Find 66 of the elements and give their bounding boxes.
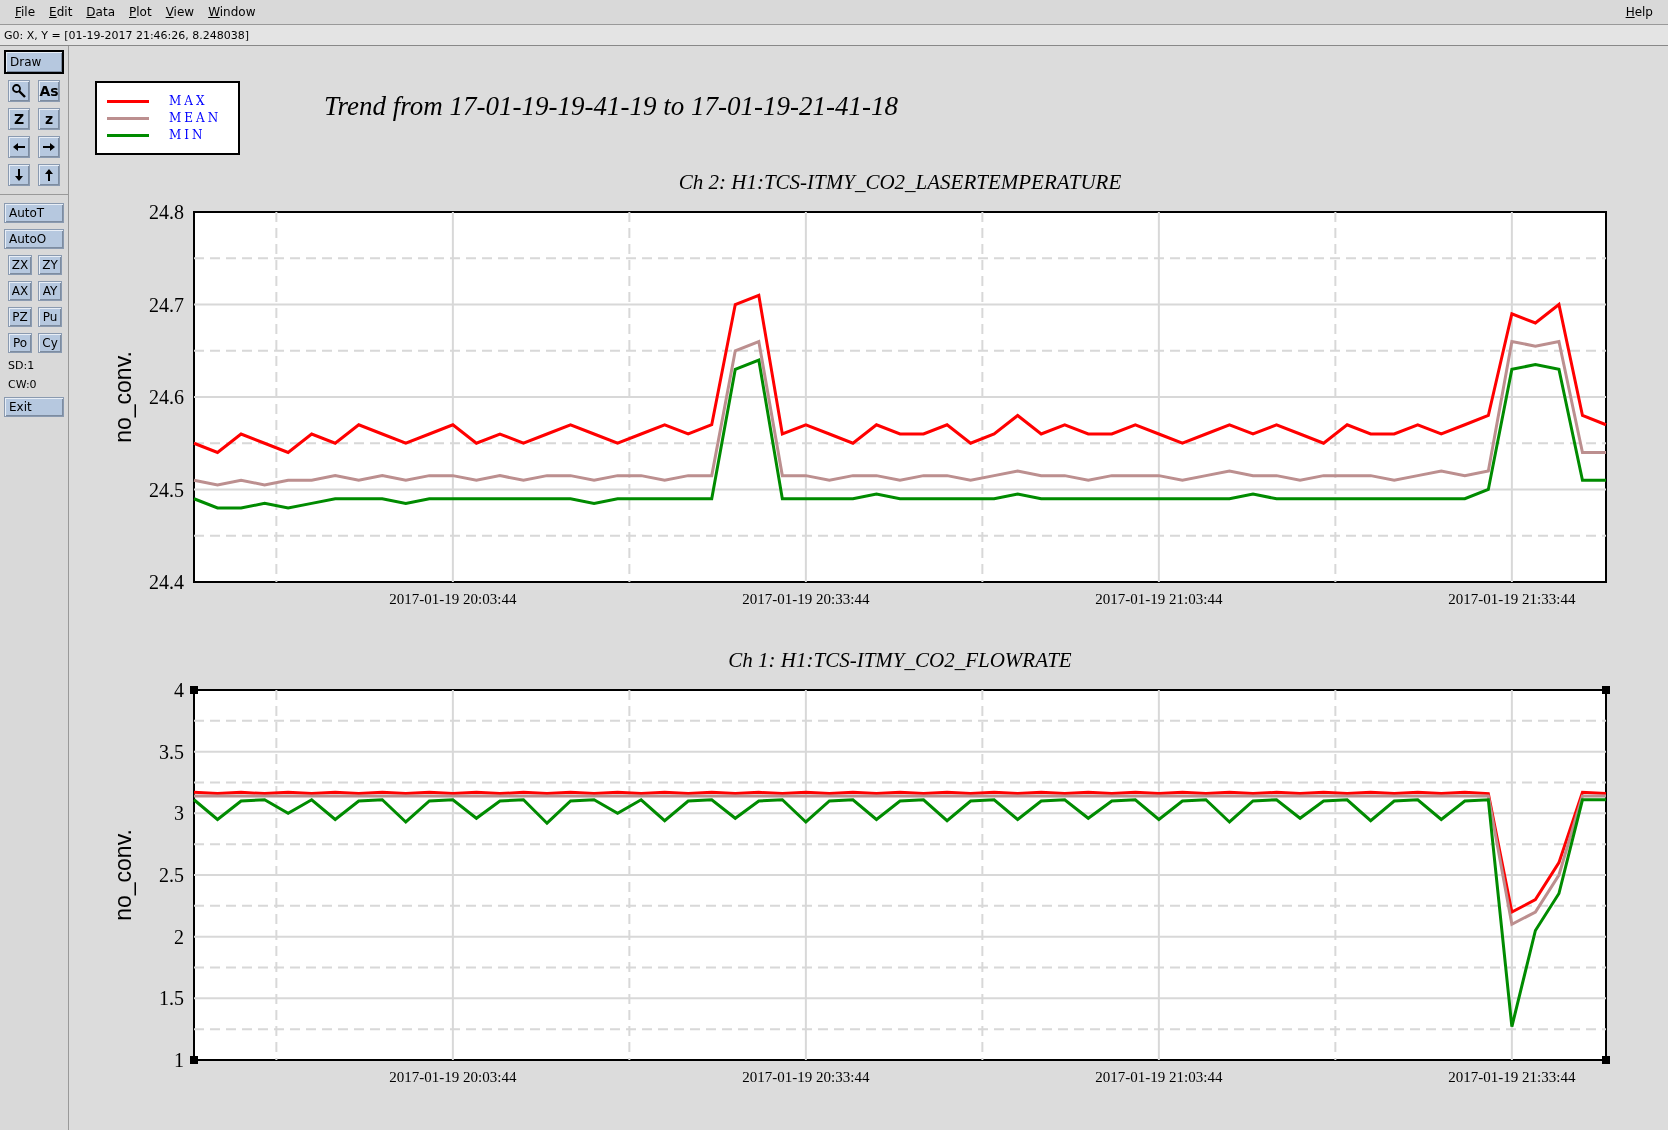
chart-title: Ch 2: H1:TCS-ITMY_CO2_LASERTEMPERATURE xyxy=(678,170,1122,194)
menu-item[interactable]: Data xyxy=(79,3,122,21)
legend-label: MIN xyxy=(169,128,206,142)
tool-button[interactable]: Z xyxy=(8,108,30,130)
menu-item[interactable]: Edit xyxy=(42,3,80,21)
y-tick-label: 24.5 xyxy=(149,478,184,501)
menu-item[interactable]: View xyxy=(158,3,202,21)
coordinate-readout: G0: X, Y = [01-19-2017 21:46:26, 8.248038] xyxy=(4,28,250,42)
legend-label: MEAN xyxy=(169,111,222,125)
scroll-button[interactable] xyxy=(8,136,30,158)
tool-button[interactable]: ZY xyxy=(38,255,62,275)
tool-button[interactable]: Po xyxy=(8,333,32,353)
auto-button[interactable]: AutoO xyxy=(4,229,64,249)
tool-button[interactable]: AY xyxy=(38,281,62,301)
x-tick-label: 2017-01-19 21:33:44 xyxy=(1448,1069,1576,1085)
tool-button[interactable]: Cy xyxy=(38,333,62,353)
y-tick-label: 1.5 xyxy=(159,987,184,1010)
x-tick-label: 2017-01-19 21:03:44 xyxy=(1095,1069,1223,1085)
tool-button[interactable]: PZ xyxy=(8,307,32,327)
legend-line-icon xyxy=(107,99,149,103)
tool-button[interactable]: ZX xyxy=(8,255,32,275)
x-tick-label: 2017-01-19 20:33:44 xyxy=(742,1069,870,1085)
arrow-icon xyxy=(42,168,56,182)
y-tick-label: 2.5 xyxy=(159,864,184,886)
y-tick-label: 2 xyxy=(174,925,184,948)
x-tick-label: 2017-01-19 20:33:44 xyxy=(742,591,870,607)
scroll-button[interactable] xyxy=(38,164,60,186)
menu-item[interactable]: File xyxy=(8,3,43,21)
x-tick-label: 2017-01-19 21:33:44 xyxy=(1448,591,1576,607)
y-tick-label: 4 xyxy=(174,679,184,701)
y-axis-label: no_conv. xyxy=(110,351,136,443)
scroll-button[interactable] xyxy=(8,164,30,186)
x-tick-label: 2017-01-19 20:03:44 xyxy=(389,1069,517,1085)
status-readout: CW:0 xyxy=(7,378,38,391)
y-tick-label: 24.6 xyxy=(149,386,184,408)
magnifier-icon xyxy=(11,83,27,99)
y-axis-label: no_conv. xyxy=(110,829,136,921)
menu-item[interactable]: Plot xyxy=(122,3,159,21)
zoom-tool-button[interactable] xyxy=(8,80,30,102)
y-tick-label: 3 xyxy=(174,802,184,825)
legend-line-icon xyxy=(107,133,149,137)
exit-button[interactable]: Exit xyxy=(4,397,64,417)
arrow-icon xyxy=(42,140,56,154)
tool-button[interactable]: As xyxy=(38,80,60,102)
menu-item[interactable]: Window xyxy=(201,3,263,21)
x-tick-label: 2017-01-19 21:03:44 xyxy=(1095,591,1223,607)
y-tick-label: 1 xyxy=(174,1049,184,1071)
chart-title: Ch 1: H1:TCS-ITMY_CO2_FLOWRATE xyxy=(728,648,1072,672)
y-tick-label: 3.5 xyxy=(159,740,184,763)
legend-label: MAX xyxy=(169,94,208,108)
menu-item[interactable]: Help xyxy=(1618,3,1660,21)
status-readout: SD:1 xyxy=(7,359,36,372)
arrow-icon xyxy=(12,168,26,182)
arrow-icon xyxy=(12,140,26,154)
auto-button[interactable]: AutoT xyxy=(4,203,64,223)
scroll-button[interactable] xyxy=(38,136,60,158)
legend-line-icon xyxy=(107,116,149,120)
y-tick-label: 24.8 xyxy=(149,201,184,223)
draw-button[interactable]: Draw xyxy=(4,50,64,74)
y-tick-label: 24.7 xyxy=(149,293,184,316)
tool-button[interactable]: AX xyxy=(8,281,32,301)
page-title: Trend from 17-01-19-19-41-19 to 17-01-19-21-41-18 xyxy=(324,91,898,122)
y-tick-label: 24.4 xyxy=(149,571,184,593)
tool-button[interactable]: z xyxy=(38,108,60,130)
x-tick-label: 2017-01-19 20:03:44 xyxy=(389,591,517,607)
tool-button[interactable]: Pu xyxy=(38,307,62,327)
